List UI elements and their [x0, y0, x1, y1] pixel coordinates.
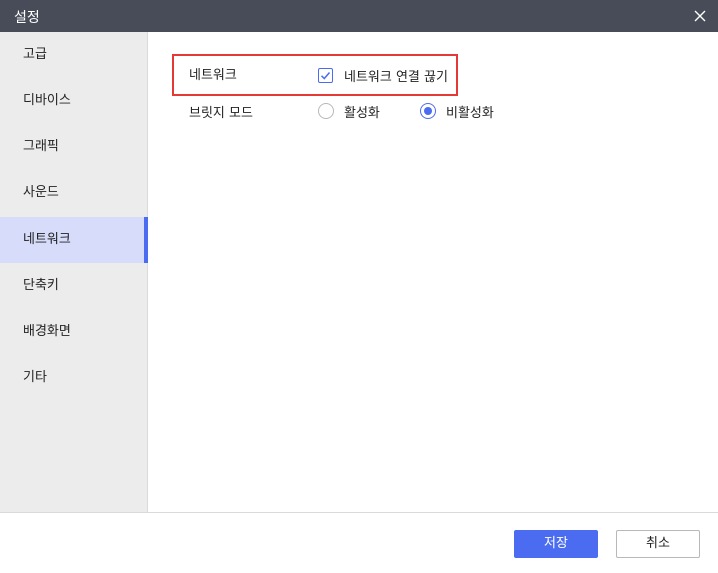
- sidebar-item-devices[interactable]: 디바이스: [0, 78, 148, 124]
- disconnect-network-label[interactable]: 네트워크 연결 끊기: [344, 66, 448, 85]
- bridge-mode-enable-radio[interactable]: [318, 103, 334, 119]
- bridge-mode-disable-label[interactable]: 비활성화: [446, 102, 494, 121]
- cancel-button[interactable]: 취소: [616, 530, 700, 558]
- bridge-mode-label: 브릿지 모드: [189, 106, 253, 121]
- sidebar-item-network[interactable]: 네트워크: [0, 217, 148, 263]
- network-section-label: 네트워크: [189, 68, 237, 83]
- sidebar-item-graphics[interactable]: 그래픽: [0, 124, 148, 170]
- bridge-mode-disable-radio[interactable]: [420, 103, 436, 119]
- sidebar: 고급 디바이스 그래픽 사운드 네트워크 단축키 배경화면 기타: [0, 32, 148, 512]
- bridge-mode-enable-label[interactable]: 활성화: [344, 102, 380, 121]
- check-icon: [320, 72, 331, 80]
- sidebar-item-shortcuts[interactable]: 단축키: [0, 263, 148, 309]
- window-title: 설정: [14, 10, 40, 26]
- sidebar-item-wallpaper[interactable]: 배경화면: [0, 309, 148, 355]
- sidebar-item-sound[interactable]: 사운드: [0, 170, 148, 216]
- title-bar: 설정: [0, 0, 718, 32]
- close-icon[interactable]: [690, 6, 710, 26]
- sidebar-item-advanced[interactable]: 고급: [0, 32, 148, 78]
- sidebar-item-other[interactable]: 기타: [0, 355, 148, 401]
- settings-window: 설정 고급 디바이스 그래픽 사운드 네트워크 단축키 배경화면 기타 네트워크…: [0, 0, 718, 573]
- dialog-footer: 저장 취소: [0, 512, 718, 573]
- save-button[interactable]: 저장: [514, 530, 598, 558]
- disconnect-network-checkbox[interactable]: [318, 68, 333, 83]
